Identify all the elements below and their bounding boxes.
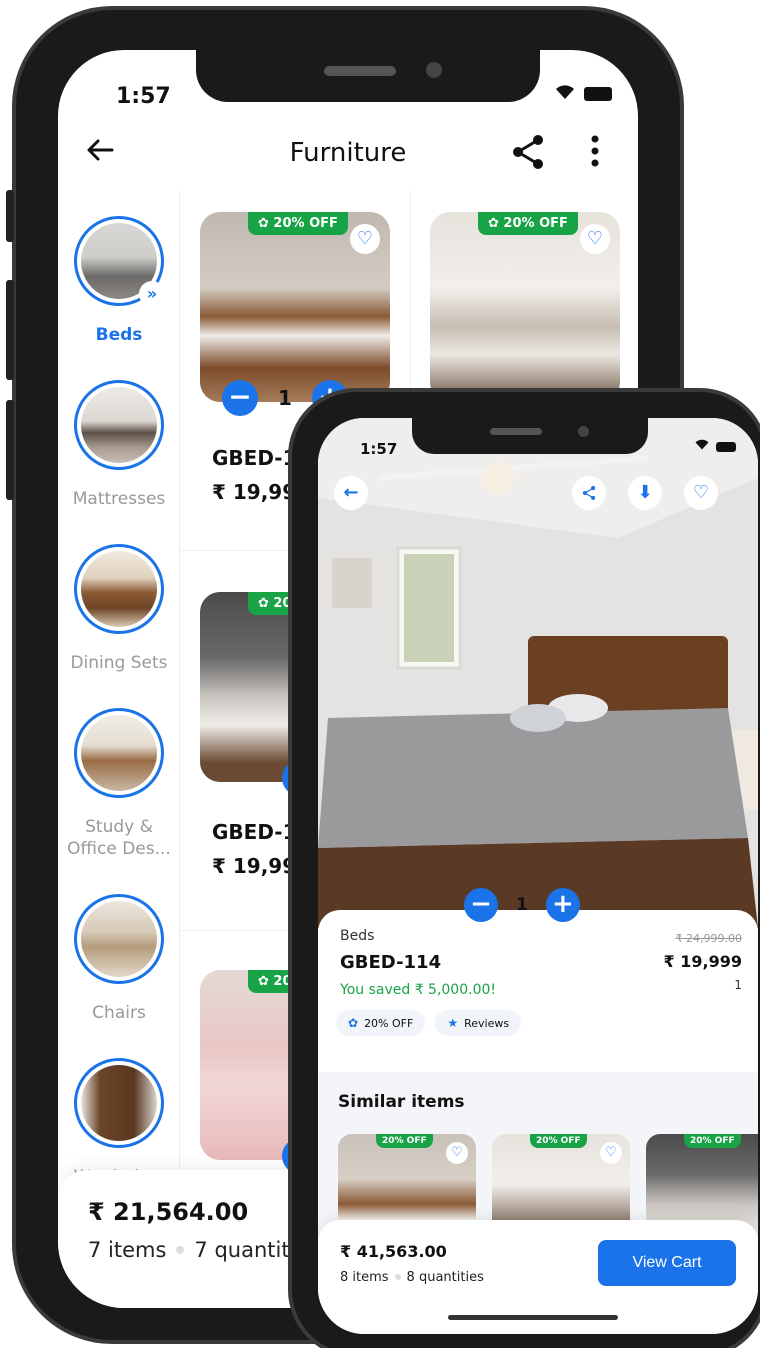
notch (412, 418, 648, 454)
share-icon (513, 135, 543, 169)
product-name: GBED-114 (340, 952, 442, 973)
discount-badge: 20% OFF (684, 1134, 741, 1148)
section-title: Similar items (338, 1092, 465, 1112)
product-image: ✿ 20% OFF ♡ (200, 212, 390, 402)
gear-badge-icon: ✿ (488, 216, 504, 231)
favorite-button[interactable]: ♡ (684, 476, 718, 510)
star-icon: ★ (447, 1016, 459, 1030)
category-thumbnail (74, 894, 164, 984)
category-thumbnail (74, 708, 164, 798)
volume-down-button (6, 400, 14, 500)
category-sidebar: » Beds Mattresses Dining Sets Study & Off… (58, 190, 180, 1190)
chevron-double-right-icon: » (139, 281, 165, 307)
home-indicator (448, 1315, 618, 1320)
category-chairs[interactable]: Chairs (58, 894, 180, 1024)
more-vertical-icon (591, 135, 599, 167)
favorite-button[interactable]: ♡ (600, 1142, 622, 1164)
category-thumbnail (74, 544, 164, 634)
category-thumbnail: » (74, 216, 165, 307)
heart-icon: ♡ (451, 1145, 463, 1160)
battery-icon (584, 87, 612, 101)
reviews-chip[interactable]: ★ Reviews (435, 1010, 522, 1036)
discount-badge: 20% OFF (376, 1134, 433, 1148)
category-mattresses[interactable]: Mattresses (58, 380, 180, 510)
status-icons (694, 438, 736, 455)
detail-screen: 1:57 ← ⬇ ♡ − 1 + Beds GBED-114 You saved… (318, 418, 758, 1334)
category-study-office-desks[interactable]: Study & Office Des... (58, 708, 180, 860)
share-icon (582, 486, 596, 500)
status-icons (554, 82, 612, 106)
category-beds[interactable]: » Beds (58, 216, 180, 346)
cart-total: ₹ 41,563.00 (340, 1242, 447, 1261)
status-time: 1:57 (116, 84, 171, 109)
category-label: Study & Office Des... (67, 817, 171, 859)
heart-icon: ♡ (586, 228, 604, 249)
decrease-button[interactable]: − (464, 888, 498, 922)
increase-button[interactable]: + (545, 888, 580, 922)
cart-total: ₹ 21,564.00 (88, 1198, 249, 1226)
gear-badge-icon: ✿ (258, 216, 274, 231)
discount-chip: ✿ 20% OFF (336, 1010, 426, 1036)
gear-badge-icon: ✿ (348, 1016, 359, 1030)
favorite-button[interactable]: ♡ (446, 1142, 468, 1164)
download-button[interactable]: ⬇ (628, 476, 662, 510)
similar-item-card[interactable]: 20% OFF ♡ (492, 1134, 630, 1234)
quantity-value: 1 (516, 895, 528, 915)
heart-icon: ♡ (356, 228, 374, 249)
category-thumbnail (74, 1058, 164, 1148)
share-button[interactable] (572, 476, 606, 510)
gear-badge-icon: ✿ (258, 596, 274, 611)
gear-badge-icon: ✿ (258, 974, 274, 989)
product-image: ✿ 20% OFF ♡ (430, 212, 620, 402)
category-wardrobes[interactable]: Wardrobes (58, 1058, 180, 1188)
cart-count: 8 items 8 quantities (340, 1270, 484, 1285)
quantity-stepper: − 1 + (464, 888, 580, 922)
category-label: Chairs (92, 1003, 146, 1023)
front-phone: 1:57 ← ⬇ ♡ − 1 + Beds GBED-114 You saved… (288, 388, 760, 1348)
discount-badge: ✿ 20% OFF (478, 212, 578, 235)
favorite-button[interactable]: ♡ (350, 224, 380, 254)
wifi-icon (554, 82, 576, 106)
original-price: ₹ 24,999.00 (675, 932, 742, 945)
status-time: 1:57 (360, 440, 398, 458)
quantity-label: 1 (734, 978, 742, 992)
category-dining-sets[interactable]: Dining Sets (58, 544, 180, 674)
page-title: Furniture (289, 138, 407, 168)
saved-amount: You saved ₹ 5,000.00! (340, 982, 497, 998)
category-label: Dining Sets (70, 653, 168, 673)
share-button[interactable] (506, 130, 550, 174)
arrow-left-icon: ← (343, 482, 359, 503)
favorite-button[interactable]: ♡ (580, 224, 610, 254)
similar-item-card[interactable]: 20% OFF (646, 1134, 758, 1234)
discount-badge: ✿ 20% OFF (248, 212, 348, 235)
decrease-button[interactable]: − (222, 380, 258, 416)
discount-badge: 20% OFF (530, 1134, 587, 1148)
view-cart-button[interactable]: View Cart (598, 1240, 736, 1286)
category-label: Mattresses (72, 489, 166, 509)
cart-count: 7 items 7 quantiti (88, 1238, 296, 1262)
more-button[interactable] (590, 134, 600, 176)
top-bar: Furniture (58, 124, 638, 188)
similar-item-card[interactable]: 20% OFF ♡ (338, 1134, 476, 1234)
notch (196, 50, 540, 102)
product-tags: ✿ 20% OFF ★ Reviews (336, 1010, 522, 1036)
cart-summary-bar: ₹ 41,563.00 8 items 8 quantities View Car… (318, 1220, 758, 1334)
battery-icon (716, 441, 736, 452)
product-category: Beds (340, 928, 375, 944)
mute-switch (6, 190, 14, 242)
product-price: ₹ 19,999 (663, 952, 742, 971)
download-icon: ⬇ (637, 482, 653, 503)
heart-icon: ♡ (692, 482, 710, 503)
quantity-value: 1 (278, 386, 292, 410)
wifi-icon (694, 438, 710, 455)
back-button[interactable]: ← (334, 476, 368, 510)
category-label: Beds (95, 325, 143, 345)
heart-icon: ♡ (605, 1145, 617, 1160)
volume-up-button (6, 280, 14, 380)
category-thumbnail (74, 380, 164, 470)
